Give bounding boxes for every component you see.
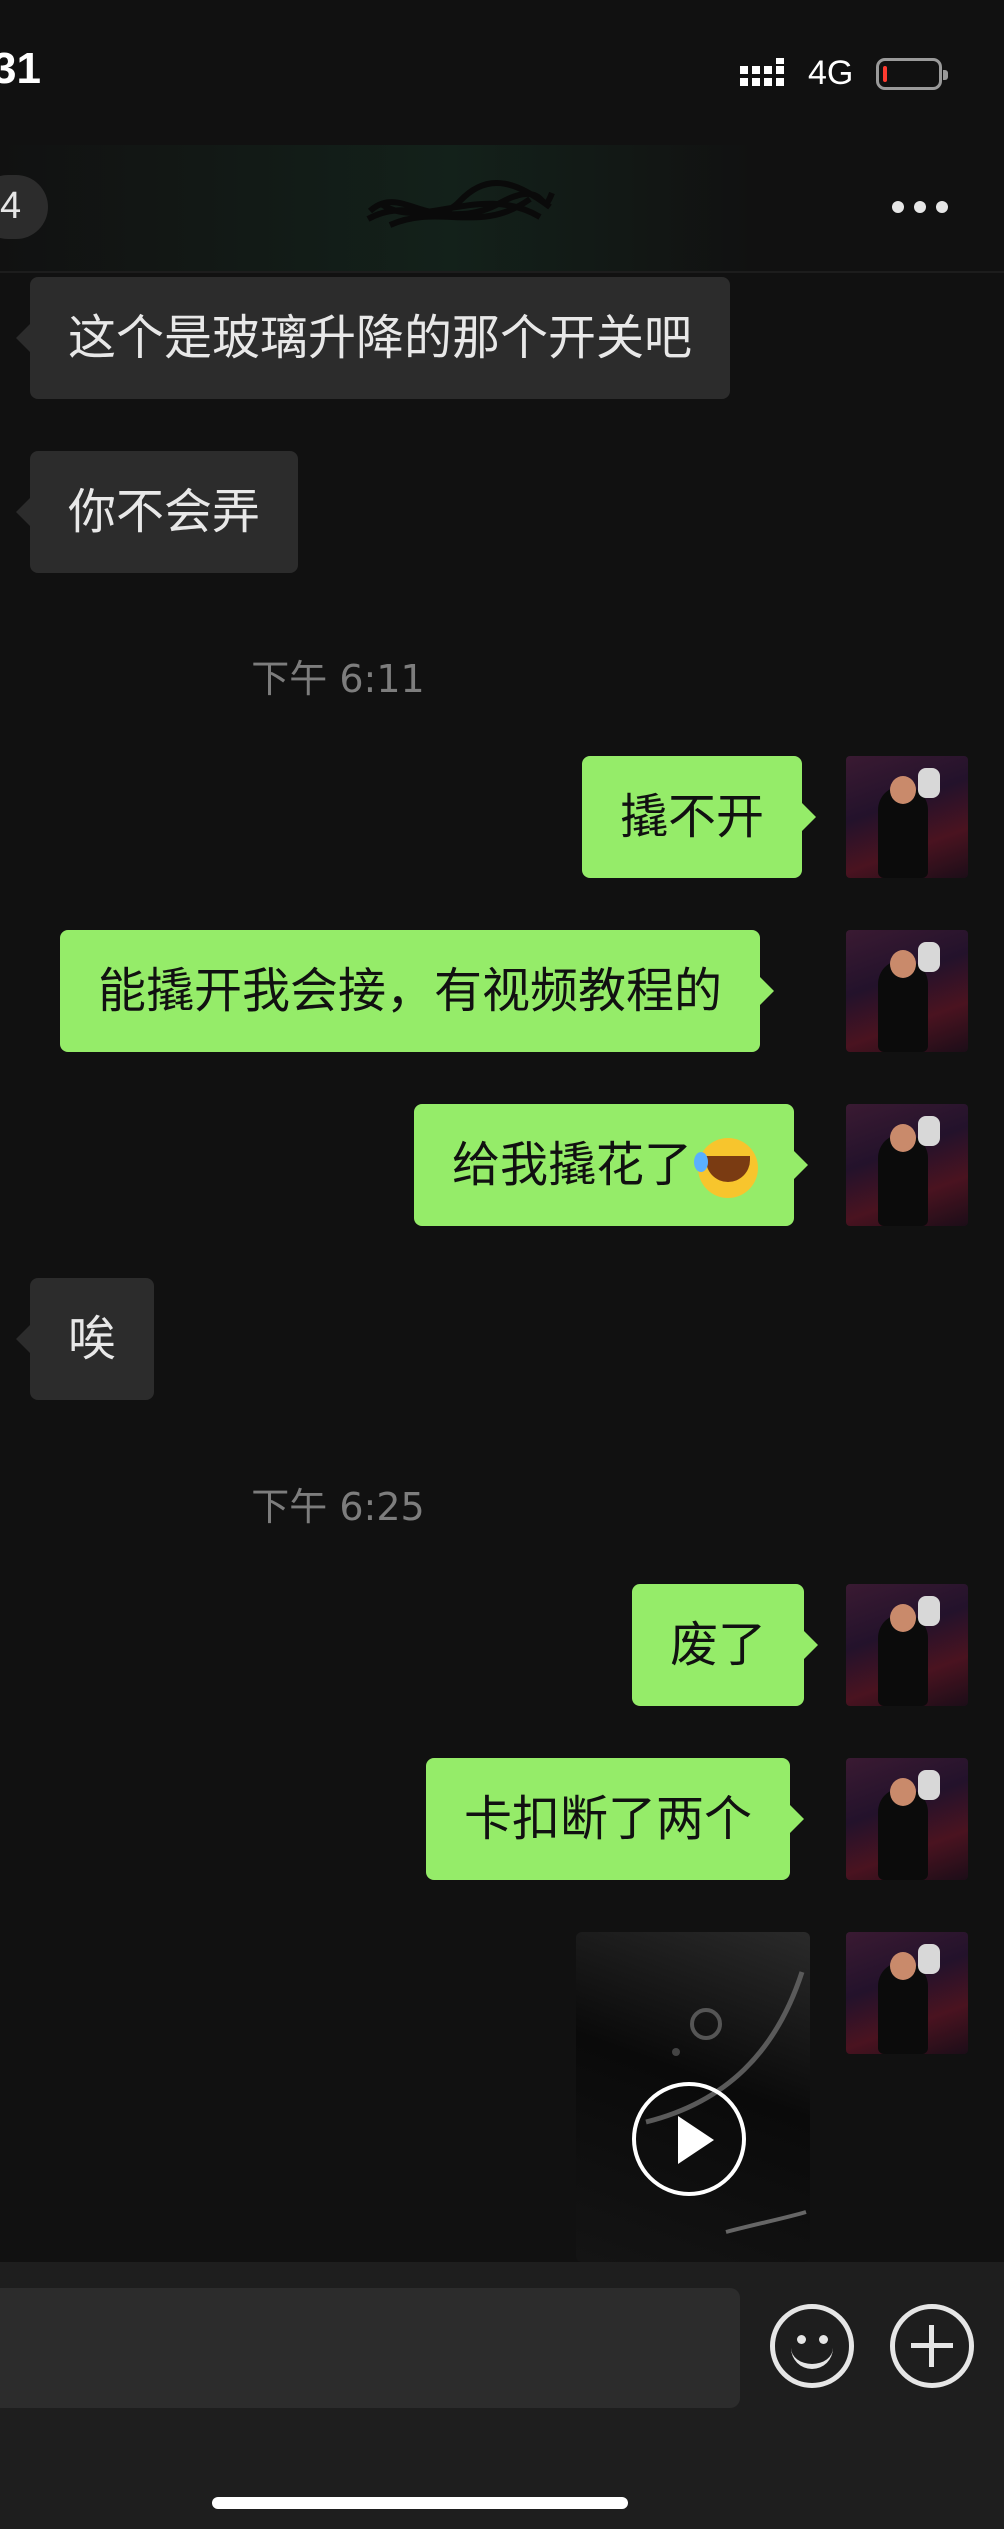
avatar[interactable] bbox=[846, 930, 968, 1052]
smiley-icon[interactable] bbox=[770, 2304, 854, 2388]
plus-icon[interactable] bbox=[890, 2304, 974, 2388]
timestamp: 下午 6:11 bbox=[251, 657, 425, 701]
video-message[interactable] bbox=[576, 1932, 810, 2262]
battery-icon bbox=[876, 58, 948, 90]
message-outgoing[interactable]: 能撬开我会接，有视频教程的 bbox=[60, 930, 775, 1052]
message-text: 给我撬花了 bbox=[452, 1137, 693, 1193]
unread-count: 4 bbox=[0, 185, 22, 227]
message-outgoing[interactable]: 撬不开 bbox=[582, 756, 817, 878]
input-bar bbox=[0, 2262, 1004, 2529]
back-button[interactable]: 4 bbox=[0, 175, 48, 239]
more-options-button[interactable] bbox=[892, 197, 952, 217]
scribble-redaction bbox=[366, 180, 555, 228]
message-incoming[interactable]: 你不会弄 bbox=[15, 451, 299, 573]
chat-header: 4 bbox=[0, 145, 1004, 273]
message-outgoing[interactable]: 卡扣断了两个 bbox=[426, 1758, 805, 1880]
message-outgoing[interactable]: 给我撬花了 bbox=[414, 1104, 809, 1226]
message-incoming[interactable]: 这个是玻璃升降的那个开关吧 bbox=[15, 277, 731, 399]
status-time: 31 bbox=[0, 44, 41, 93]
avatar[interactable] bbox=[846, 1104, 968, 1226]
avatar[interactable] bbox=[846, 1932, 968, 2054]
home-indicator[interactable] bbox=[212, 2497, 628, 2509]
chat-title bbox=[360, 173, 560, 243]
message-incoming[interactable]: 唉 bbox=[15, 1278, 155, 1400]
play-icon[interactable] bbox=[632, 2082, 746, 2196]
message-input[interactable] bbox=[0, 2288, 740, 2408]
timestamp: 下午 6:25 bbox=[251, 1485, 425, 1529]
message-outgoing[interactable]: 废了 bbox=[632, 1584, 819, 1706]
avatar[interactable] bbox=[846, 1758, 968, 1880]
avatar[interactable] bbox=[846, 756, 968, 878]
signal-icon bbox=[740, 58, 784, 86]
laughing-crying-emoji-icon bbox=[694, 1138, 759, 1198]
avatar[interactable] bbox=[846, 1584, 968, 1706]
network-type: 4G bbox=[808, 54, 854, 92]
status-bar: 31 4G bbox=[0, 0, 1004, 145]
